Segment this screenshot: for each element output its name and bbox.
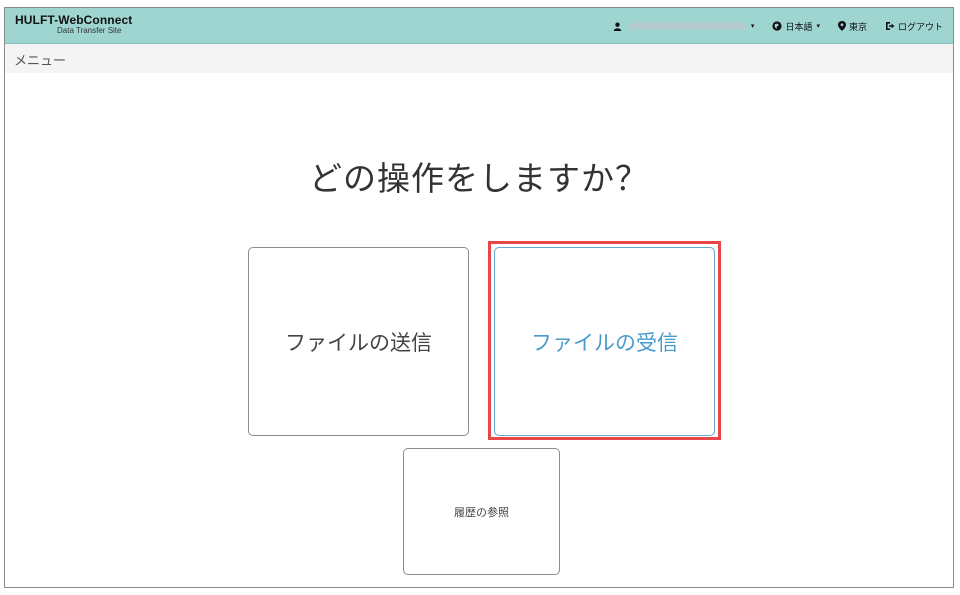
location-label: 東京 <box>848 22 867 33</box>
map-marker-icon <box>837 21 846 31</box>
logout-label: ログアウト <box>897 22 943 33</box>
brand-title: HULFT-WebConnect <box>15 13 133 27</box>
top-header: HULFT-WebConnect Data Transfer Site ▾ 日本… <box>5 8 953 44</box>
page-title: メニュー <box>14 54 67 69</box>
breadcrumb-bar: メニュー <box>5 44 953 73</box>
operation-question: どの操作をしますか？ <box>309 159 649 198</box>
user-menu[interactable]: ▾ <box>613 22 755 31</box>
language-menu[interactable]: 日本語 ▾ <box>772 20 820 33</box>
view-history-button[interactable]: 履歴の参照 <box>403 448 560 575</box>
receive-file-button[interactable]: ファイルの受信 <box>494 247 715 436</box>
send-file-label: ファイルの送信 <box>285 330 432 355</box>
language-label: 日本語 <box>785 22 813 33</box>
logout-icon <box>885 21 895 31</box>
chevron-down-icon: ▾ <box>750 22 755 30</box>
logout-link[interactable]: ログアウト <box>885 20 943 33</box>
send-file-button[interactable]: ファイルの送信 <box>248 247 469 436</box>
chevron-down-icon: ▾ <box>816 22 820 30</box>
app-window: HULFT-WebConnect Data Transfer Site ▾ 日本… <box>4 7 954 588</box>
view-history-label: 履歴の参照 <box>454 505 509 519</box>
globe-icon <box>772 21 783 31</box>
brand-subtitle: Data Transfer Site <box>57 26 122 35</box>
header-nav: ▾ 日本語 ▾ 東京 ログアウト <box>613 8 943 44</box>
receive-file-label: ファイルの受信 <box>531 330 678 355</box>
brand-logo[interactable]: HULFT-WebConnect Data Transfer Site <box>15 14 132 35</box>
user-name <box>628 23 747 29</box>
location-menu[interactable]: 東京 <box>837 20 867 33</box>
user-icon <box>613 22 622 31</box>
